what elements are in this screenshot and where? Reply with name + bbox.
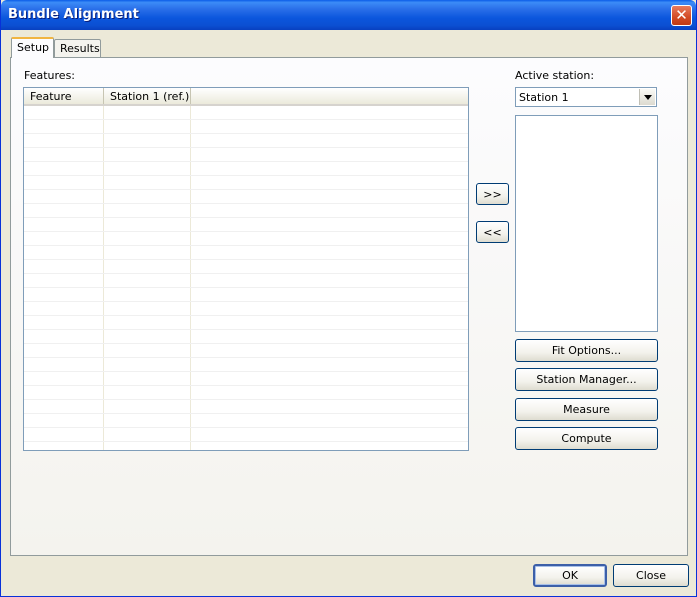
table-row bbox=[24, 162, 468, 176]
table-row bbox=[24, 260, 468, 274]
column-header-station-1[interactable]: Station 1 (ref.) bbox=[104, 88, 191, 104]
tab-results-label: Results bbox=[60, 42, 100, 55]
table-row bbox=[24, 246, 468, 260]
table-row bbox=[24, 330, 468, 344]
table-row bbox=[24, 134, 468, 148]
window-title: Bundle Alignment bbox=[8, 7, 139, 22]
table-row bbox=[24, 428, 468, 442]
table-row bbox=[24, 120, 468, 134]
active-station-value: Station 1 bbox=[519, 91, 569, 104]
active-station-label: Active station: bbox=[515, 69, 595, 82]
table-row bbox=[24, 176, 468, 190]
tab-setup[interactable]: Setup bbox=[11, 37, 54, 58]
table-row bbox=[24, 400, 468, 414]
dialog-window: Bundle Alignment ✕ Setup Results Feature… bbox=[0, 0, 697, 597]
table-row bbox=[24, 414, 468, 428]
fit-options-button[interactable]: Fit Options... bbox=[515, 339, 658, 362]
column-header-filler bbox=[191, 88, 468, 104]
chevron-down-icon[interactable] bbox=[639, 89, 655, 105]
close-icon: ✕ bbox=[675, 6, 688, 24]
table-row bbox=[24, 316, 468, 330]
table-row bbox=[24, 358, 468, 372]
table-row bbox=[24, 106, 468, 120]
compute-button[interactable]: Compute bbox=[515, 427, 658, 450]
table-row bbox=[24, 302, 468, 316]
column-header-feature-label: Feature bbox=[30, 90, 72, 103]
features-list-header: Feature Station 1 (ref.) bbox=[24, 88, 468, 106]
tab-setup-label: Setup bbox=[17, 41, 50, 54]
column-header-station-1-label: Station 1 (ref.) bbox=[110, 90, 190, 103]
tab-results[interactable]: Results bbox=[54, 39, 101, 57]
table-row bbox=[24, 232, 468, 246]
table-row bbox=[24, 204, 468, 218]
table-row bbox=[24, 148, 468, 162]
active-station-select[interactable]: Station 1 bbox=[515, 87, 657, 107]
table-row bbox=[24, 344, 468, 358]
table-row bbox=[24, 274, 468, 288]
station-manager-button[interactable]: Station Manager... bbox=[515, 368, 658, 391]
table-row bbox=[24, 386, 468, 400]
add-feature-button[interactable]: >> bbox=[476, 183, 509, 205]
measure-button[interactable]: Measure bbox=[515, 398, 658, 421]
close-button[interactable]: Close bbox=[613, 564, 689, 587]
table-row bbox=[24, 288, 468, 302]
table-row bbox=[24, 372, 468, 386]
title-bar[interactable]: Bundle Alignment ✕ bbox=[1, 0, 696, 30]
features-list-body[interactable] bbox=[24, 106, 468, 450]
close-window-button[interactable]: ✕ bbox=[671, 5, 692, 26]
features-label: Features: bbox=[24, 69, 76, 82]
table-row bbox=[24, 190, 468, 204]
station-items-list[interactable] bbox=[515, 115, 658, 332]
remove-feature-button[interactable]: << bbox=[476, 221, 509, 243]
features-list[interactable]: Feature Station 1 (ref.) bbox=[23, 87, 469, 451]
column-header-feature[interactable]: Feature bbox=[24, 88, 104, 104]
table-row bbox=[24, 218, 468, 232]
ok-button[interactable]: OK bbox=[533, 564, 607, 587]
